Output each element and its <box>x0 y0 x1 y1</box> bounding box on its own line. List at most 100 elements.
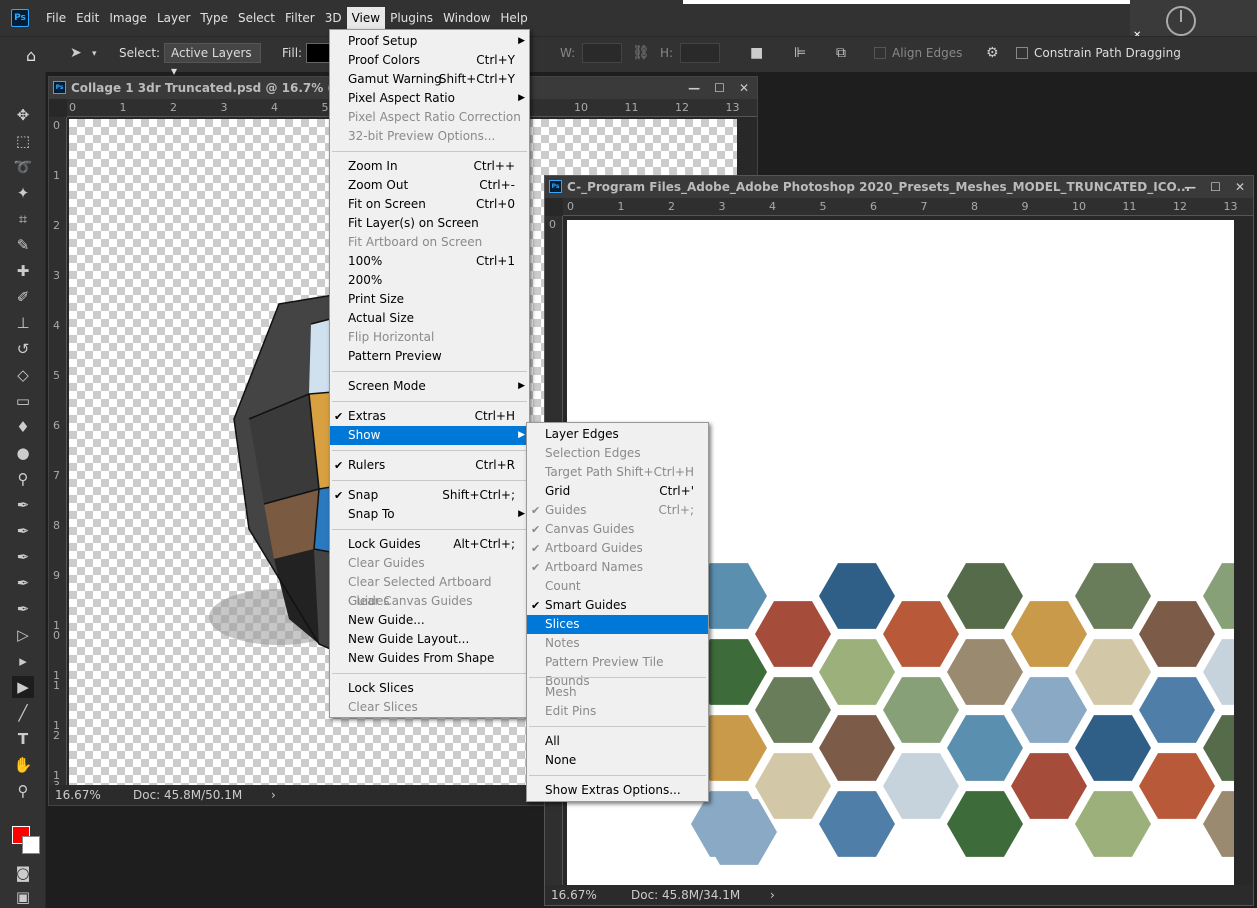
menu-item-print-size[interactable]: Print Size <box>330 290 529 309</box>
menu-item-target-path[interactable]: Target Path Shift+Ctrl+H <box>527 463 708 482</box>
menu-window[interactable]: Window <box>438 7 495 29</box>
dodge-tool-icon[interactable]: ⚲ <box>12 468 34 490</box>
vertical-ruler[interactable]: 01234567891 01 11 21 3 <box>49 117 67 791</box>
delete-anchor-icon[interactable]: ✒ <box>12 572 34 594</box>
document-tab-2[interactable]: Ps C-_Program Files_Adobe_Adobe Photosho… <box>545 176 1253 198</box>
path-ops-icon[interactable]: ■ <box>750 45 763 61</box>
arrow-tool-icon[interactable]: ➤ <box>70 45 82 61</box>
menu-item-clear-selected-artboard-guides[interactable]: Clear Selected Artboard Guides <box>330 573 529 608</box>
quick-mask-icon[interactable]: ◙ <box>12 862 34 884</box>
menu-item-100[interactable]: 100% Ctrl+1 <box>330 252 529 271</box>
menu-item-zoom-out[interactable]: Zoom Out Ctrl+- <box>330 176 529 195</box>
hand-tool-icon[interactable]: ✋ <box>12 754 34 776</box>
constrain-checkbox[interactable] <box>1016 47 1028 59</box>
menu-item-new-guides-from-shape[interactable]: New Guides From Shape <box>330 649 529 668</box>
type-tool-icon[interactable]: T <box>12 728 34 750</box>
maximize-icon[interactable]: ☐ <box>714 77 725 99</box>
height-input[interactable] <box>680 43 720 63</box>
path-align-icon[interactable]: ⊫ <box>794 45 806 61</box>
zoom-level[interactable]: 16.67% <box>55 785 101 805</box>
clone-stamp-icon[interactable]: ⊥ <box>12 312 34 334</box>
gradient-icon[interactable]: ▭ <box>12 390 34 412</box>
menu-item-clear-canvas-guides[interactable]: Clear Canvas Guides <box>330 592 529 611</box>
menu-item-grid[interactable]: Grid Ctrl+' <box>527 482 708 501</box>
zoom-level[interactable]: 16.67% <box>551 885 597 905</box>
direct-select-icon[interactable]: ▸ <box>12 650 34 672</box>
menu-item-canvas-guides[interactable]: ✔ Canvas Guides <box>527 520 708 539</box>
menu-item-artboard-guides[interactable]: ✔ Artboard Guides <box>527 539 708 558</box>
menu-item-guides[interactable]: ✔ Guides Ctrl+; <box>527 501 708 520</box>
width-input[interactable] <box>582 43 622 63</box>
history-brush-icon[interactable]: ↺ <box>12 338 34 360</box>
menu-item-screen-mode[interactable]: Screen Mode ▶ <box>330 377 529 396</box>
pen-tool-icon[interactable]: ✒ <box>12 494 34 516</box>
menu-file[interactable]: File <box>41 7 71 29</box>
direct-select-active-icon[interactable]: ▶ <box>12 676 34 698</box>
menu-item-layer-edges[interactable]: Layer Edges <box>527 425 708 444</box>
add-anchor-icon[interactable]: ✒ <box>12 546 34 568</box>
crop-tool-icon[interactable]: ⌗ <box>12 208 34 230</box>
menu-item-flip-horizontal[interactable]: Flip Horizontal <box>330 328 529 347</box>
menu-item-show[interactable]: Show ▶ <box>330 426 529 445</box>
menu-item-snap-to[interactable]: Snap To ▶ <box>330 505 529 524</box>
chevron-right-icon[interactable]: › <box>770 885 775 905</box>
screen-mode-icon[interactable]: ▣ <box>12 886 34 908</box>
brush-tool-icon[interactable]: ✐ <box>12 286 34 308</box>
eraser-icon[interactable]: ◇ <box>12 364 34 386</box>
power-icon[interactable] <box>1166 6 1196 36</box>
menu-item-mesh[interactable]: Mesh <box>527 683 708 702</box>
healing-brush-icon[interactable]: ✚ <box>12 260 34 282</box>
menu-item-rulers[interactable]: ✔ Rulers Ctrl+R <box>330 456 529 475</box>
background-color[interactable] <box>22 836 40 854</box>
menu-item-snap[interactable]: ✔ Snap Shift+Ctrl+; <box>330 486 529 505</box>
menu-help[interactable]: Help <box>495 7 532 29</box>
freeform-pen-icon[interactable]: ✒ <box>12 520 34 542</box>
horizontal-ruler[interactable]: 012345678910111213 <box>563 198 1253 216</box>
marquee-tool-icon[interactable]: ⬚ <box>12 130 34 152</box>
menu-image[interactable]: Image <box>104 7 152 29</box>
menu-item-slices[interactable]: Slices <box>527 615 708 634</box>
menu-item-fit-artboard-on-screen[interactable]: Fit Artboard on Screen <box>330 233 529 252</box>
menu-item-artboard-names[interactable]: ✔ Artboard Names <box>527 558 708 577</box>
menu-select[interactable]: Select <box>233 7 280 29</box>
menu-item-fit-layer-s-on-screen[interactable]: Fit Layer(s) on Screen <box>330 214 529 233</box>
magic-wand-icon[interactable]: ✦ <box>12 182 34 204</box>
menu-item-new-guide[interactable]: New Guide... <box>330 611 529 630</box>
move-tool-icon[interactable]: ✥ <box>12 104 34 126</box>
menu-item-edit-pins[interactable]: Edit Pins <box>527 702 708 721</box>
menu-item-proof-setup[interactable]: Proof Setup ▶ <box>330 32 529 51</box>
menu-item-all[interactable]: All <box>527 732 708 751</box>
menu-layer[interactable]: Layer <box>152 7 195 29</box>
blur-tool-icon[interactable]: ♦ <box>12 416 34 438</box>
menu-item-clear-guides[interactable]: Clear Guides <box>330 554 529 573</box>
link-icon[interactable]: ⛓ <box>632 45 650 61</box>
menu-item-actual-size[interactable]: Actual Size <box>330 309 529 328</box>
path-select-icon[interactable]: ▷ <box>12 624 34 646</box>
menu-item-proof-colors[interactable]: Proof Colors Ctrl+Y <box>330 51 529 70</box>
menu-item-show-extras-options[interactable]: Show Extras Options... <box>527 781 708 800</box>
home-icon[interactable]: ⌂ <box>26 46 36 65</box>
path-arrange-icon[interactable]: ⧉ <box>836 45 846 61</box>
menu-item-extras[interactable]: ✔ Extras Ctrl+H <box>330 407 529 426</box>
maximize-icon[interactable]: ☐ <box>1210 176 1221 198</box>
minimize-icon[interactable]: — <box>1184 176 1196 198</box>
align-edges-checkbox[interactable] <box>874 47 886 59</box>
menu-item-32-bit-preview-options[interactable]: 32-bit Preview Options... <box>330 127 529 146</box>
menu-3d[interactable]: 3D <box>320 7 347 29</box>
zoom-tool-icon[interactable]: ⚲ <box>12 780 34 802</box>
menu-item-pixel-aspect-ratio-correction[interactable]: Pixel Aspect Ratio Correction <box>330 108 529 127</box>
drop-tool-icon[interactable]: ● <box>12 442 34 464</box>
lasso-tool-icon[interactable]: ➰ <box>12 156 34 178</box>
menu-item-fit-on-screen[interactable]: Fit on Screen Ctrl+0 <box>330 195 529 214</box>
menu-item-200[interactable]: 200% <box>330 271 529 290</box>
menu-item-count[interactable]: Count <box>527 577 708 596</box>
menu-item-zoom-in[interactable]: Zoom In Ctrl++ <box>330 157 529 176</box>
menu-item-clear-slices[interactable]: Clear Slices <box>330 698 529 717</box>
menu-item-pattern-preview-tile-bounds[interactable]: Pattern Preview Tile Bounds <box>527 653 708 688</box>
menu-filter[interactable]: Filter <box>280 7 320 29</box>
close-icon[interactable]: ✕ <box>1235 176 1245 198</box>
menu-view[interactable]: View <box>346 7 386 29</box>
select-dropdown[interactable]: Active Layers ▾ <box>164 43 261 78</box>
menu-item-lock-guides[interactable]: Lock Guides Alt+Ctrl+; <box>330 535 529 554</box>
menu-edit[interactable]: Edit <box>71 7 104 29</box>
